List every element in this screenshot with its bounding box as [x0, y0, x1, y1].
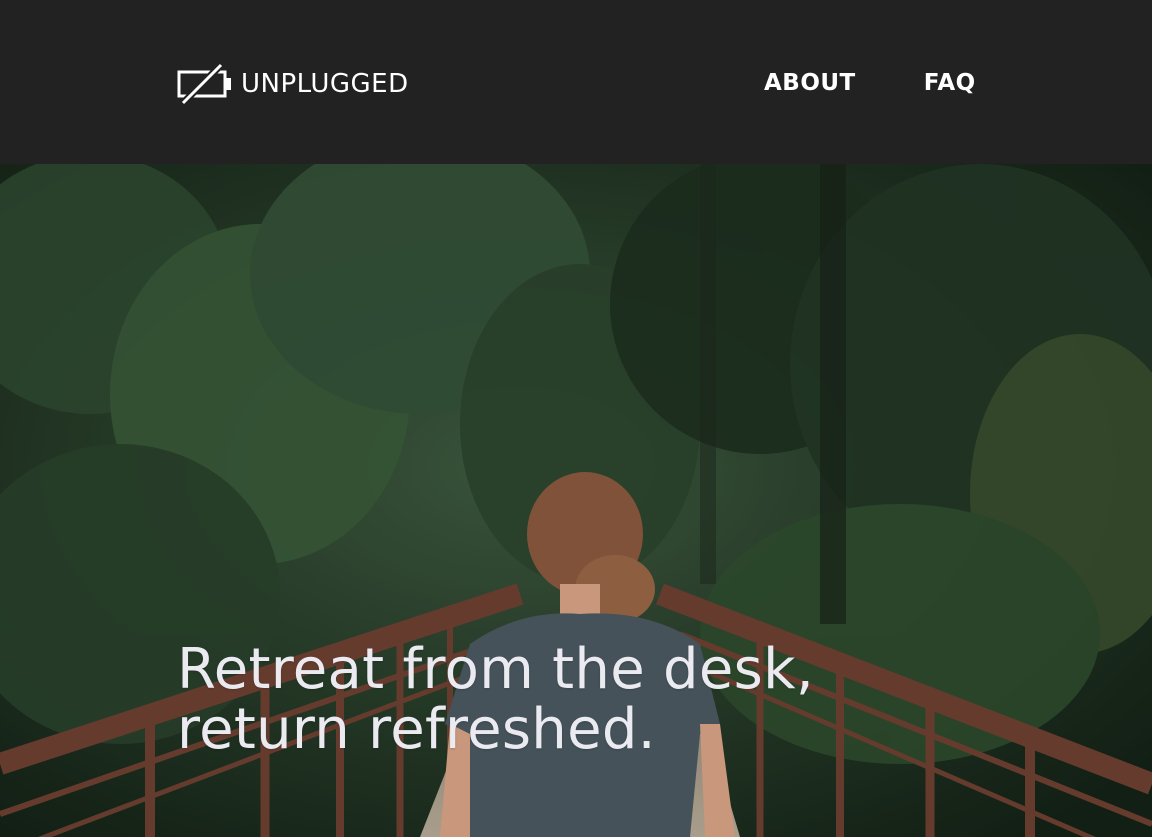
hero-section: Retreat from the desk, return refreshed. [0, 164, 1152, 837]
hero-headline: Retreat from the desk, return refreshed. [177, 640, 814, 760]
nav-link-faq[interactable]: FAQ [924, 68, 976, 98]
hero-headline-line-2: return refreshed. [177, 697, 656, 762]
logo-link[interactable]: UNPLUGGED [177, 62, 409, 106]
page: UNPLUGGED ABOUT FAQ Retreat from the des… [0, 0, 1152, 837]
hero-headline-line-1: Retreat from the desk, [177, 637, 814, 702]
site-header: UNPLUGGED ABOUT FAQ [0, 0, 1152, 164]
nav-link-about[interactable]: ABOUT [764, 68, 856, 98]
brand-name: UNPLUGGED [241, 69, 409, 99]
crossed-out-battery-icon [177, 62, 233, 106]
main-nav: ABOUT FAQ [764, 68, 976, 98]
